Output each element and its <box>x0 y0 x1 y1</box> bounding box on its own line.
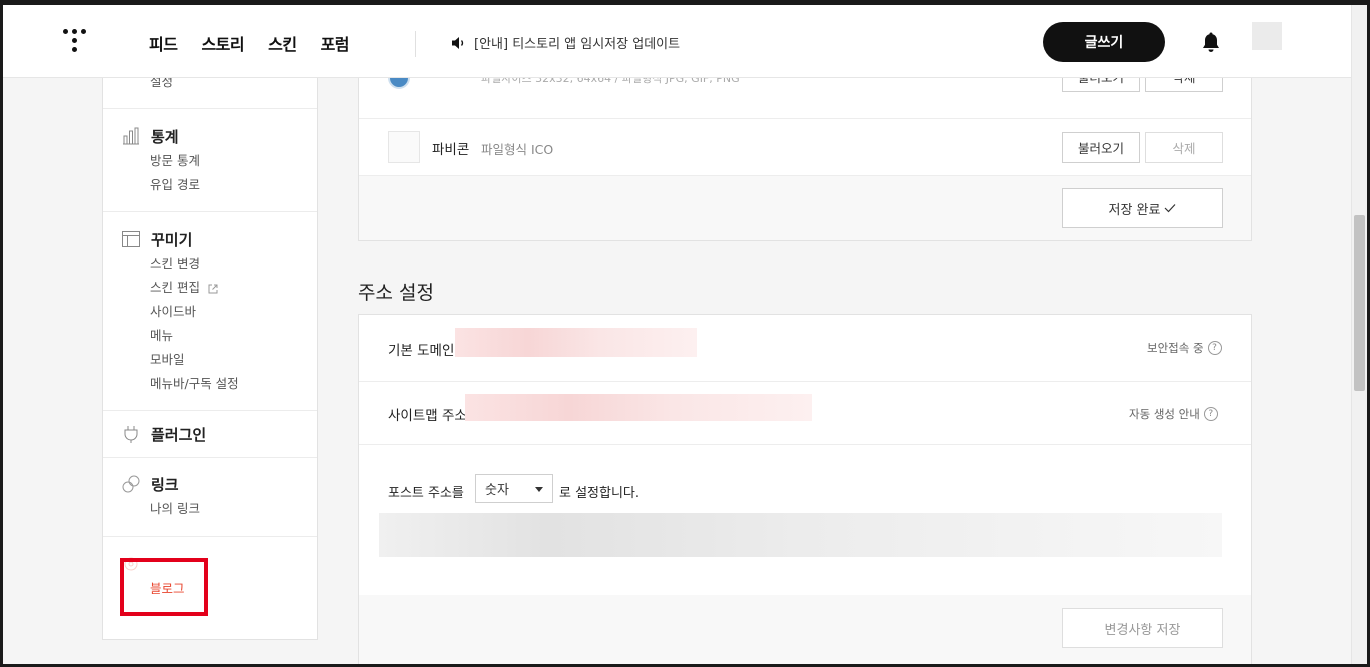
layout-icon <box>121 229 141 249</box>
sidebar-item-mobile[interactable]: 모바일 <box>103 348 317 372</box>
sidebar-item-skin-change[interactable]: 스킨 변경 <box>103 252 317 276</box>
speaker-icon <box>452 36 464 49</box>
plug-icon <box>121 424 141 444</box>
domain-value-redacted <box>455 328 697 357</box>
external-link-icon <box>208 284 218 293</box>
divider <box>415 31 416 57</box>
domain-label: 기본 도메인 <box>388 343 455 359</box>
favicon-load-button[interactable]: 불러오기 <box>1062 132 1140 163</box>
sidebar-section-stats: 통계 방문 통계 유입 경로 <box>103 109 317 212</box>
post-address-select-value: 숫자 <box>485 483 509 498</box>
nav-forum[interactable]: 포럼 <box>321 31 350 55</box>
post-address-select[interactable]: 숫자 <box>475 474 553 503</box>
sidebar-head-link-label: 링크 <box>151 475 179 494</box>
address-card-footer: 변경사항 저장 <box>359 595 1251 667</box>
notice-link[interactable]: [안내] 티스토리 앱 임시저장 업데이트 <box>451 33 680 52</box>
global-nav: 피드 스토리 스킨 포럼 <box>149 31 350 55</box>
save-done-label: 저장 완료 <box>1108 202 1161 218</box>
save-done-button[interactable]: 저장 완료 <box>1062 188 1223 228</box>
dropdown-arrow-icon <box>535 487 543 492</box>
image-settings-card: 파일사이즈 32x32, 64x64 / 파일형식 JPG, GIF, PNG … <box>358 52 1252 241</box>
sitemap-row: 사이트맵 주소 자동 생성 안내 ? <box>359 382 1251 445</box>
address-section-title: 주소 설정 <box>358 282 434 304</box>
sitemap-label: 사이트맵 주소 <box>388 408 467 424</box>
admin-sidebar: 설정 통계 방문 통계 유입 경로 꾸미기 스킨 변경 스킨 편집 사이드바 메… <box>102 78 318 640</box>
favicon-delete-button[interactable]: 삭제 <box>1145 132 1223 163</box>
nav-feed[interactable]: 피드 <box>149 31 178 55</box>
sidebar-item-referrer[interactable]: 유입 경로 <box>103 173 317 197</box>
sidebar-item-skin-edit[interactable]: 스킨 편집 <box>103 276 317 300</box>
nav-skin[interactable]: 스킨 <box>268 31 297 55</box>
tistory-logo[interactable] <box>63 27 91 61</box>
write-button[interactable]: 글쓰기 <box>1043 22 1165 62</box>
sidebar-item-menubar[interactable]: 메뉴바/구독 설정 <box>103 372 317 396</box>
sidebar-head-plugin[interactable]: 플러그인 <box>103 421 317 447</box>
highlight-box <box>120 558 208 616</box>
favicon-row: 파비콘 파일형식 ICO 불러오기 삭제 <box>359 119 1251 176</box>
notice-text[interactable]: [안내] 티스토리 앱 임시저장 업데이트 <box>474 33 680 52</box>
top-header: 피드 스토리 스킨 포럼 [안내] 티스토리 앱 임시저장 업데이트 글쓰기 <box>3 5 1351 78</box>
domain-row: 기본 도메인 보안접속 중 ? <box>359 315 1251 382</box>
vertical-scrollbar[interactable] <box>1351 5 1367 664</box>
sidebar-head-decorate[interactable]: 꾸미기 <box>103 226 317 252</box>
image-card-footer: 저장 완료 <box>359 176 1251 240</box>
bell-icon[interactable] <box>1201 32 1221 54</box>
post-address-row: 포스트 주소를 로 설정합니다. <box>359 445 1251 595</box>
sidebar-section-top: 설정 <box>103 78 317 109</box>
check-icon <box>1165 204 1176 213</box>
sidebar-section-plugin: 플러그인 <box>103 411 317 458</box>
scrollbar-thumb[interactable] <box>1354 215 1365 391</box>
sidebar-item-my-links[interactable]: 나의 링크 <box>103 497 317 521</box>
sitemap-value-redacted <box>465 394 812 421</box>
favicon-label: 파비콘 <box>432 142 470 158</box>
sidebar-item-visit-stats[interactable]: 방문 통계 <box>103 149 317 173</box>
secure-connection-label: 보안접속 중 <box>1147 341 1204 355</box>
sidebar-item-menu[interactable]: 메뉴 <box>103 324 317 348</box>
nav-story[interactable]: 스토리 <box>201 31 244 55</box>
post-address-example-redacted <box>379 513 1222 557</box>
avatar[interactable] <box>1252 22 1282 50</box>
favicon-desc: 파일형식 ICO <box>481 142 554 157</box>
sidebar-section-decorate: 꾸미기 스킨 변경 스킨 편집 사이드바 메뉴 모바일 메뉴바/구독 설정 <box>103 212 317 411</box>
bar-chart-icon <box>121 126 141 146</box>
sidebar-head-plugin-label: 플러그인 <box>151 425 207 444</box>
sitemap-help-label: 자동 생성 안내 <box>1129 407 1200 421</box>
sidebar-item-settings[interactable]: 설정 <box>103 78 173 94</box>
help-icon: ? <box>1203 407 1218 421</box>
sidebar-head-stats-label: 통계 <box>151 127 179 146</box>
sidebar-item-sidebar[interactable]: 사이드바 <box>103 300 317 324</box>
save-changes-button[interactable]: 변경사항 저장 <box>1062 608 1223 648</box>
post-address-suffix: 로 설정합니다. <box>559 486 640 501</box>
sitemap-help[interactable]: 자동 생성 안내 ? <box>1129 406 1218 422</box>
sidebar-head-decorate-label: 꾸미기 <box>151 230 193 249</box>
post-address-prefix: 포스트 주소를 <box>388 486 464 501</box>
sidebar-head-stats[interactable]: 통계 <box>103 123 317 149</box>
favicon-thumb <box>388 131 420 163</box>
sidebar-item-skin-edit-label: 스킨 편집 <box>150 280 200 295</box>
secure-connection-help[interactable]: 보안접속 중 ? <box>1147 340 1222 356</box>
sidebar-section-link: 링크 나의 링크 <box>103 458 317 537</box>
sidebar-head-link[interactable]: 링크 <box>103 471 317 497</box>
help-icon: ? <box>1207 341 1222 355</box>
link-icon <box>121 474 141 494</box>
